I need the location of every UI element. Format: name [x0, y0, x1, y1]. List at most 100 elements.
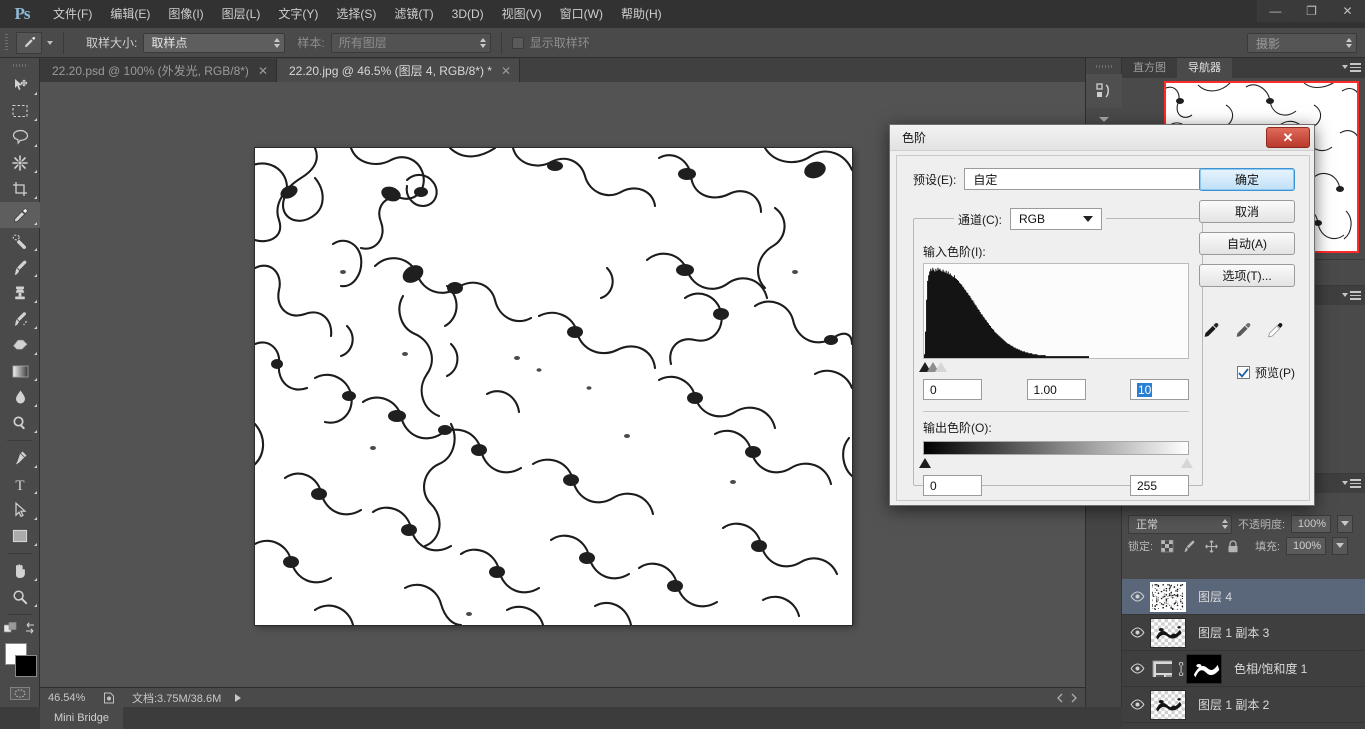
input-gamma-field[interactable]: 1.00	[1027, 379, 1086, 400]
layer-row[interactable]: 图层 4	[1122, 579, 1365, 615]
document-tab-1[interactable]: 22.20.jpg @ 46.5% (图层 4, RGB/8*) *✕	[277, 59, 520, 82]
lasso-tool[interactable]	[0, 124, 40, 150]
menu-item-1[interactable]: 编辑(E)	[101, 0, 159, 28]
minimize-button[interactable]: —	[1257, 0, 1293, 22]
menu-item-7[interactable]: 3D(D)	[443, 0, 493, 28]
crop-tool[interactable]	[0, 176, 40, 202]
options-button[interactable]: 选项(T)...	[1199, 264, 1295, 287]
cancel-button[interactable]: 取消	[1199, 200, 1295, 223]
auto-button[interactable]: 自动(A)	[1199, 232, 1295, 255]
tool-preset-chevron-icon[interactable]	[47, 41, 53, 45]
magic-wand-tool[interactable]	[0, 150, 40, 176]
output-black-slider[interactable]	[919, 458, 931, 468]
layer-list[interactable]: 图层 4 图层 1 副本 3 色相/饱和度 1 图层 1 副本 2	[1122, 579, 1365, 729]
layer-thumbnail[interactable]	[1150, 618, 1186, 648]
quick-mask-toggle[interactable]	[0, 683, 40, 703]
hand-tool[interactable]	[0, 558, 40, 584]
menu-item-6[interactable]: 滤镜(T)	[385, 0, 442, 28]
shape-tool[interactable]	[0, 523, 40, 549]
input-white-field[interactable]: 10	[1130, 379, 1189, 400]
preset-select[interactable]: 自定	[964, 168, 1224, 190]
input-black-field[interactable]: 0	[923, 379, 982, 400]
preview-checkbox-row[interactable]: 预览(P)	[1237, 364, 1295, 381]
zoom-level[interactable]: 46.54%	[40, 692, 100, 704]
menu-item-0[interactable]: 文件(F)	[44, 0, 101, 28]
blend-mode-select[interactable]: 正常	[1128, 515, 1232, 534]
layer-mask-thumbnail[interactable]	[1186, 654, 1222, 684]
panel-tab-1[interactable]: 导航器	[1177, 58, 1232, 78]
layer-row[interactable]: 色相/饱和度 1	[1122, 651, 1365, 687]
zoom-tool[interactable]	[0, 584, 40, 610]
set-gray-point-icon[interactable]	[1233, 321, 1253, 344]
toolbox-grip[interactable]	[0, 58, 39, 72]
eyedropper-tool[interactable]	[0, 202, 40, 228]
lock-position-icon[interactable]	[1203, 538, 1219, 554]
workspace-select[interactable]: 摄影	[1247, 33, 1357, 53]
status-expand-icon[interactable]	[235, 694, 241, 702]
brush-tool[interactable]	[0, 254, 40, 280]
fill-chevron-icon[interactable]	[1332, 537, 1348, 555]
panel-tab-0[interactable]: 直方图	[1122, 58, 1177, 78]
move-tool[interactable]	[0, 72, 40, 98]
marquee-tool[interactable]	[0, 98, 40, 124]
show-sampling-ring-checkbox[interactable]: 显示取样环	[512, 34, 590, 51]
opacity-value[interactable]: 100%	[1291, 515, 1331, 533]
layer-visibility-icon[interactable]	[1124, 663, 1150, 674]
preview-checkbox-icon[interactable]	[1237, 366, 1250, 379]
sample-size-spinner-icon[interactable]	[264, 38, 280, 48]
menu-item-5[interactable]: 选择(S)	[327, 0, 385, 28]
layer-thumbnail[interactable]	[1150, 690, 1186, 720]
panel-menu-icon[interactable]	[1342, 291, 1361, 300]
output-white-slider[interactable]	[1181, 458, 1193, 468]
pen-tool[interactable]	[0, 445, 40, 471]
dialog-title-bar[interactable]: 色阶 ✕	[890, 125, 1314, 151]
document-canvas[interactable]	[255, 148, 852, 625]
layer-row[interactable]: 图层 1 副本 3	[1122, 615, 1365, 651]
color-swatches[interactable]	[0, 641, 40, 683]
dodge-tool[interactable]	[0, 410, 40, 436]
mini-bridge-panel-icon[interactable]	[1086, 74, 1122, 108]
dialog-close-button[interactable]: ✕	[1266, 127, 1310, 148]
healing-brush-tool[interactable]	[0, 228, 40, 254]
set-black-point-icon[interactable]	[1201, 321, 1221, 344]
horizontal-scrollbar[interactable]	[1055, 693, 1085, 703]
levels-dialog[interactable]: 色阶 ✕ 预设(E): 自定 通道(C): RGB	[889, 124, 1315, 506]
menu-item-4[interactable]: 文字(Y)	[269, 0, 327, 28]
layer-visibility-icon[interactable]	[1124, 699, 1150, 710]
layer-visibility-icon[interactable]	[1124, 627, 1150, 638]
layer-thumbnail[interactable]	[1150, 582, 1186, 612]
layer-row[interactable]: 图层 1 副本 2	[1122, 687, 1365, 723]
mask-link-icon[interactable]	[1172, 662, 1186, 676]
input-white-slider[interactable]	[935, 362, 947, 372]
clone-stamp-tool[interactable]	[0, 280, 40, 306]
eraser-tool[interactable]	[0, 332, 40, 358]
menu-item-2[interactable]: 图像(I)	[159, 0, 212, 28]
adjustment-layer-icon[interactable]	[1152, 660, 1172, 677]
menu-item-8[interactable]: 视图(V)	[493, 0, 551, 28]
sample-select[interactable]: 所有图层	[331, 33, 491, 53]
lock-all-icon[interactable]	[1225, 538, 1241, 554]
layer-visibility-icon[interactable]	[1124, 591, 1150, 602]
gradient-tool[interactable]	[0, 358, 40, 384]
mini-bridge-tab[interactable]: Mini Bridge	[40, 707, 123, 729]
channel-select[interactable]: RGB	[1010, 208, 1102, 230]
output-white-field[interactable]: 255	[1130, 475, 1189, 496]
menu-item-9[interactable]: 窗口(W)	[551, 0, 612, 28]
dock-rail-grip[interactable]	[1086, 58, 1121, 74]
fill-value[interactable]: 100%	[1286, 537, 1326, 555]
tab-close-icon[interactable]: ✕	[501, 64, 511, 78]
lock-transparent-pixels-icon[interactable]	[1159, 538, 1175, 554]
path-selection-tool[interactable]	[0, 497, 40, 523]
document-tab-0[interactable]: 22.20.psd @ 100% (外发光, RGB/8*)✕	[40, 59, 277, 82]
ok-button[interactable]: 确定	[1199, 168, 1295, 191]
opacity-chevron-icon[interactable]	[1337, 515, 1353, 533]
close-button[interactable]: ✕	[1329, 0, 1365, 22]
set-white-point-icon[interactable]	[1265, 321, 1285, 344]
background-color-swatch[interactable]	[15, 655, 37, 677]
sample-size-select[interactable]: 取样点	[143, 33, 285, 53]
type-tool[interactable]: T	[0, 471, 40, 497]
restore-button[interactable]: ❐	[1293, 0, 1329, 22]
blur-tool[interactable]	[0, 384, 40, 410]
lock-image-pixels-icon[interactable]	[1181, 538, 1197, 554]
panel-menu-icon[interactable]	[1342, 63, 1361, 72]
